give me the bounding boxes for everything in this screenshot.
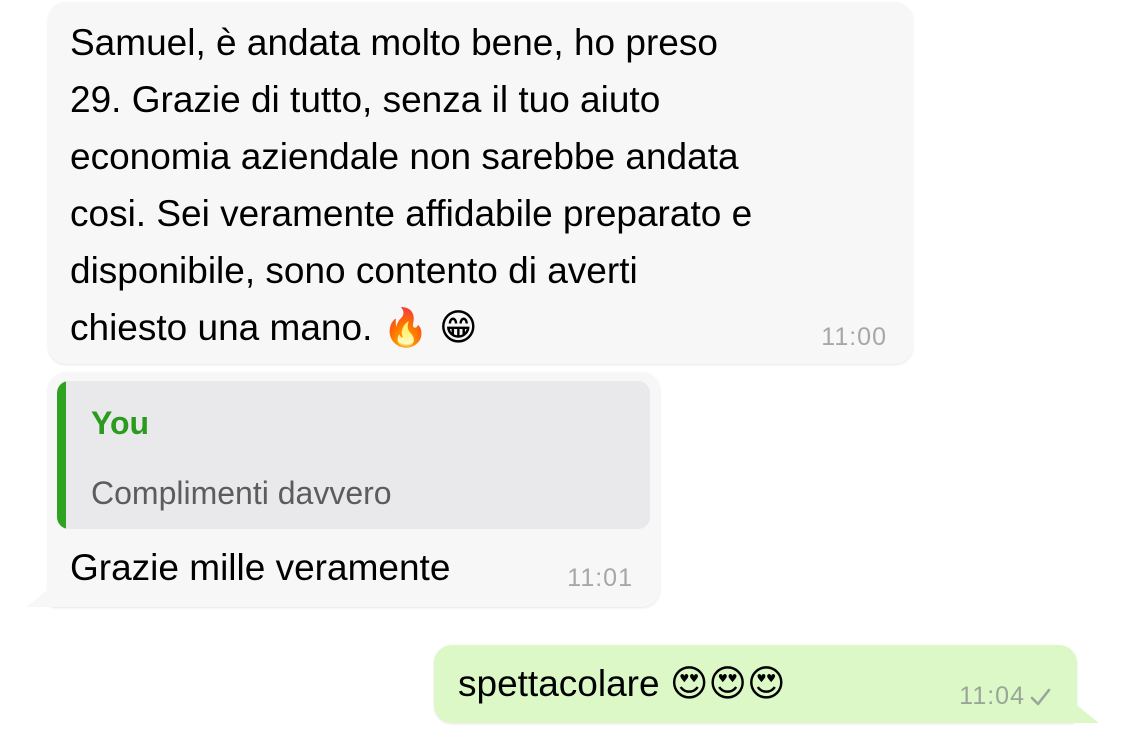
message-timestamp: 11:01 xyxy=(567,564,633,592)
bubble-tail xyxy=(26,583,56,607)
message-text: Samuel, è andata molto bene, ho preso 29… xyxy=(70,22,753,348)
message-text: spettacolare 😍😍😍 xyxy=(458,663,786,704)
message-meta: 11:04 xyxy=(959,682,1051,711)
quote-author: You xyxy=(91,405,150,441)
message-timestamp: 11:04 xyxy=(959,682,1025,710)
quote-accent-bar xyxy=(57,381,66,529)
message-bubble-incoming[interactable]: Samuel, è andata molto bene, ho preso 29… xyxy=(48,2,913,364)
bubble-tail xyxy=(1069,699,1099,723)
message-bubble-outgoing[interactable]: spettacolare 😍😍😍 11:04 xyxy=(434,645,1099,723)
message-text: Grazie mille veramente xyxy=(70,547,451,588)
message-bubble-incoming-reply[interactable]: You Complimenti davvero Grazie mille ver… xyxy=(26,372,660,607)
message-timestamp: 11:00 xyxy=(821,323,887,351)
quote-text: Complimenti davvero xyxy=(91,475,392,511)
quoted-message[interactable]: You Complimenti davvero xyxy=(57,381,650,529)
single-check-icon xyxy=(1029,686,1051,708)
